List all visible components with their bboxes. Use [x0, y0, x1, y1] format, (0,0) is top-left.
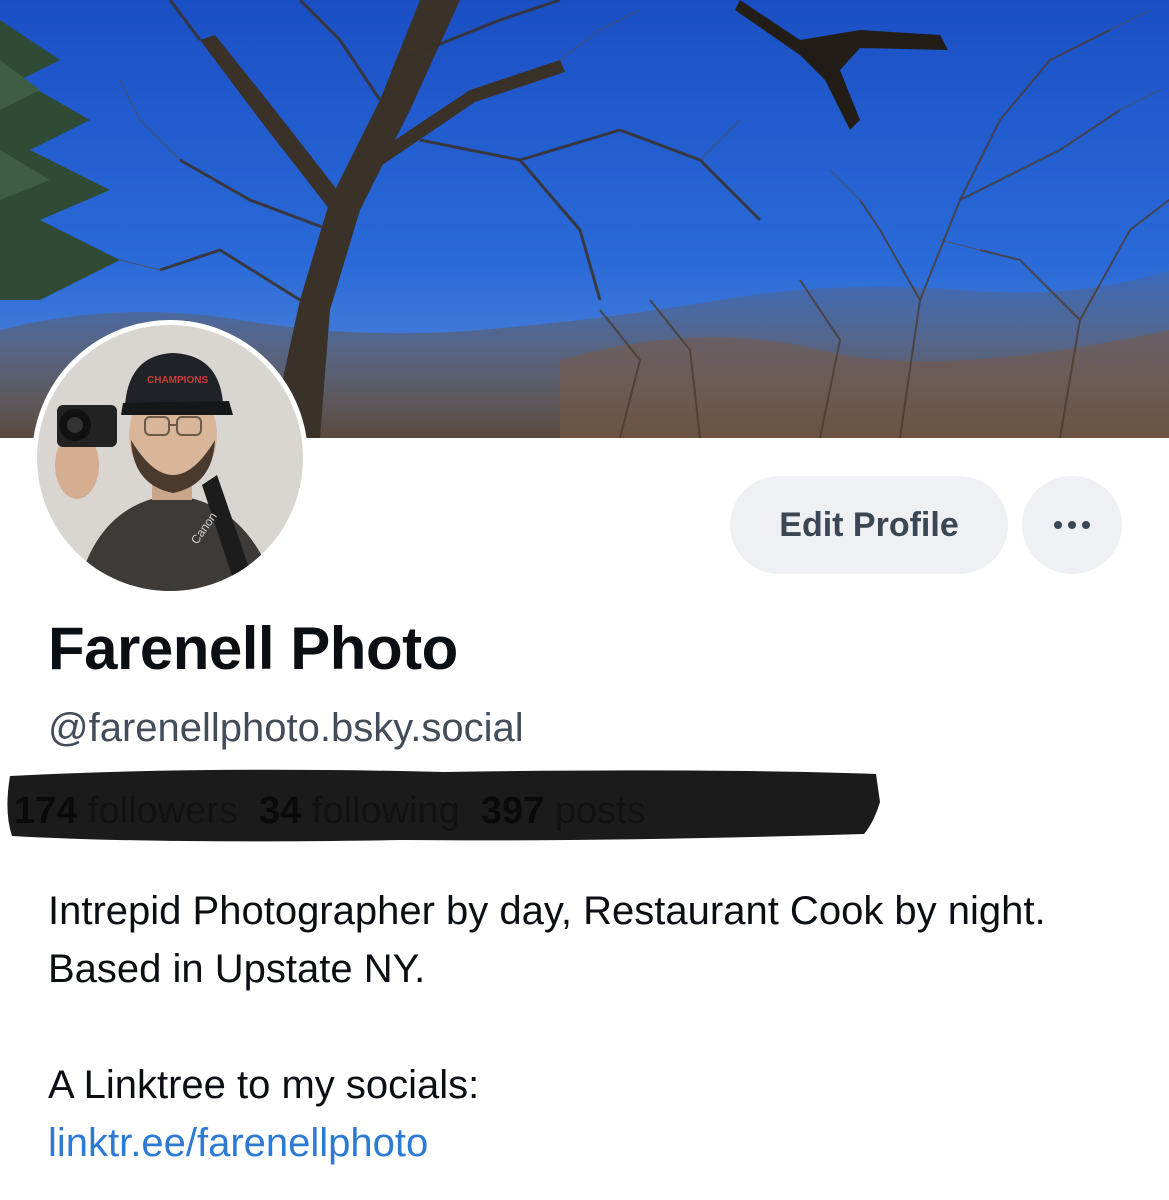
profile-page: Canon CHAMPIONS Edit Profile Farenell Ph…	[0, 0, 1169, 1200]
following-stat[interactable]: 34 following	[259, 790, 460, 832]
followers-count: 174	[14, 790, 78, 832]
following-label: following	[311, 790, 460, 832]
avatar-photo: Canon CHAMPIONS	[37, 325, 303, 591]
profile-handle: @farenellphoto.bsky.social	[48, 706, 524, 750]
edit-profile-button[interactable]: Edit Profile	[730, 476, 1008, 574]
avatar[interactable]: Canon CHAMPIONS	[32, 320, 308, 596]
followers-label: followers	[87, 790, 238, 832]
cap-text: CHAMPIONS	[147, 375, 208, 386]
posts-count: 397	[480, 790, 545, 832]
profile-stats: 174 followers 34 following 397 posts	[14, 790, 646, 833]
followers-stat[interactable]: 174 followers	[14, 790, 238, 832]
bio-linktree-label: A Linktree to my socials:	[48, 1063, 480, 1107]
profile-bio: Intrepid Photographer by day, Restaurant…	[48, 882, 1138, 1172]
display-name: Farenell Photo	[48, 615, 458, 682]
posts-stat: 397 posts	[481, 790, 646, 832]
bio-link[interactable]: linktr.ee/farenellphoto	[48, 1121, 428, 1165]
posts-label: posts	[554, 790, 646, 832]
following-count: 34	[259, 790, 302, 832]
more-options-button[interactable]	[1022, 476, 1122, 574]
ellipsis-icon	[1054, 521, 1090, 529]
bio-text: Intrepid Photographer by day, Restaurant…	[48, 889, 1046, 991]
